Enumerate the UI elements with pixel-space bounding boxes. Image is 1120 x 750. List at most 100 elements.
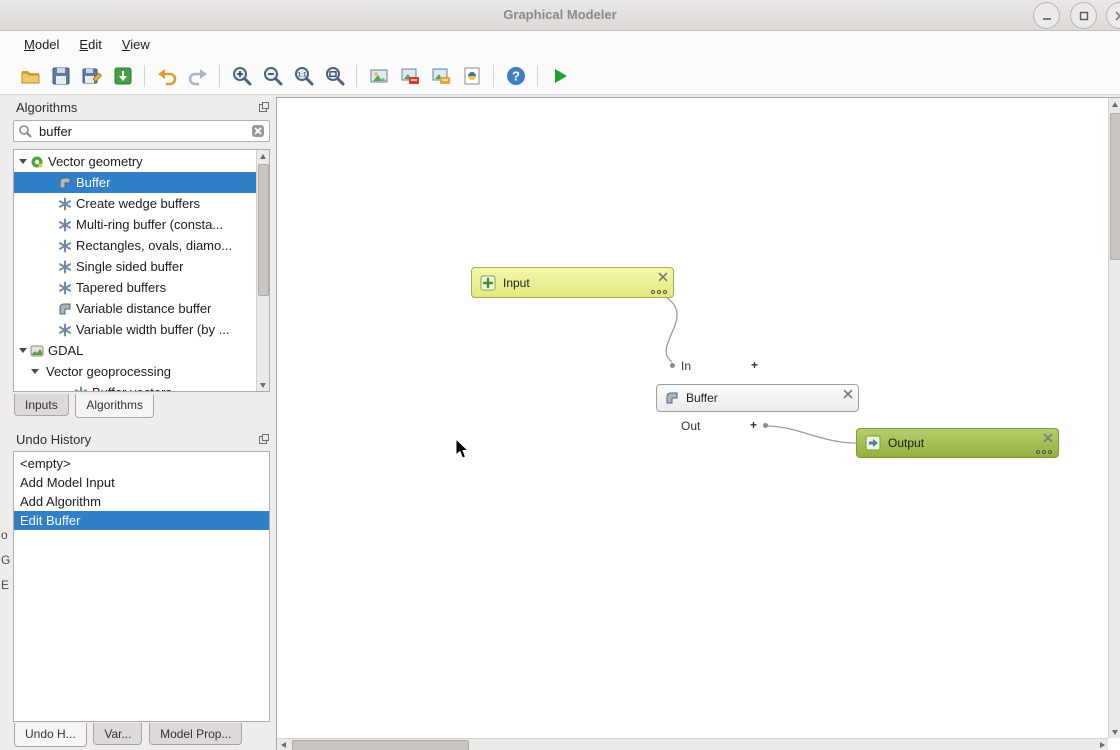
tree-item-create-wedge-buffers[interactable]: Create wedge buffers bbox=[14, 193, 257, 214]
titlebar[interactable]: Graphical Modeler bbox=[0, 0, 1120, 31]
scroll-down-button[interactable] bbox=[257, 379, 269, 391]
save-model-button[interactable] bbox=[45, 60, 76, 91]
tree-item-rectangles-ovals[interactable]: Rectangles, ovals, diamo... bbox=[14, 235, 257, 256]
tab-undo-history[interactable]: Undo H... bbox=[14, 723, 87, 747]
zoom-full-button[interactable] bbox=[319, 60, 350, 91]
undo-item-add-model-input[interactable]: Add Model Input bbox=[14, 473, 269, 492]
horizontal-scrollbar-thumb[interactable] bbox=[292, 740, 469, 750]
zoom-actual-button[interactable]: 1:1 bbox=[288, 60, 319, 91]
save-as-icon bbox=[81, 65, 103, 87]
tree-item-tapered-buffers[interactable]: Tapered buffers bbox=[14, 277, 257, 298]
toolbar: 1:1 bbox=[0, 57, 1120, 95]
menubar: Model Edit View bbox=[0, 31, 1120, 57]
canvas-horizontal-scrollbar[interactable] bbox=[277, 738, 1108, 750]
tree-group-vector-geometry[interactable]: Vector geometry bbox=[14, 151, 257, 172]
save-model-as-button[interactable] bbox=[76, 60, 107, 91]
background-text-fragment: G bbox=[1, 553, 10, 567]
undo-icon bbox=[156, 65, 178, 87]
run-icon bbox=[549, 65, 571, 87]
help-icon: ? bbox=[505, 65, 527, 87]
vertical-scrollbar-thumb[interactable] bbox=[1110, 113, 1120, 260]
chevron-down-icon[interactable] bbox=[31, 369, 39, 378]
export-svg-button[interactable] bbox=[425, 60, 456, 91]
export-image-button[interactable] bbox=[363, 60, 394, 91]
save-in-project-button[interactable] bbox=[107, 60, 138, 91]
undo-item-empty[interactable]: <empty> bbox=[14, 454, 269, 473]
undo-button[interactable] bbox=[151, 60, 182, 91]
undo-item-edit-buffer[interactable]: Edit Buffer bbox=[14, 511, 269, 530]
canvas-vertical-scrollbar[interactable] bbox=[1108, 98, 1120, 738]
open-model-button[interactable] bbox=[14, 60, 45, 91]
menu-model[interactable]: Model bbox=[14, 34, 69, 55]
tree-scrollbar-thumb[interactable] bbox=[258, 164, 269, 296]
menu-view[interactable]: View bbox=[112, 34, 160, 55]
dock-float-icon[interactable] bbox=[258, 101, 270, 113]
tree-scrollbar[interactable] bbox=[256, 150, 269, 391]
background-text-fragment: o bbox=[1, 528, 8, 542]
minimize-button[interactable] bbox=[1033, 2, 1060, 29]
zoom-in-button[interactable] bbox=[226, 60, 257, 91]
zoom-out-button[interactable] bbox=[257, 60, 288, 91]
scroll-up-button[interactable] bbox=[1109, 98, 1120, 110]
node-buffer[interactable]: Buffer bbox=[656, 384, 859, 412]
run-model-button[interactable] bbox=[544, 60, 575, 91]
buffer-icon bbox=[58, 302, 72, 316]
expand-links-icon[interactable] bbox=[1036, 450, 1052, 454]
out-socket-expand[interactable]: + bbox=[750, 418, 757, 432]
buffer-icon bbox=[665, 391, 679, 405]
qgis-icon bbox=[30, 155, 44, 169]
toolbar-separator bbox=[219, 65, 220, 87]
node-input[interactable]: Input bbox=[471, 267, 674, 298]
export-script-button[interactable] bbox=[456, 60, 487, 91]
search-input[interactable] bbox=[37, 123, 251, 140]
menu-edit[interactable]: Edit bbox=[69, 34, 111, 55]
in-socket-expand[interactable]: + bbox=[751, 358, 758, 372]
tab-model-properties[interactable]: Model Prop... bbox=[149, 723, 242, 745]
redo-button[interactable] bbox=[182, 60, 213, 91]
zoom-actual-icon: 1:1 bbox=[293, 65, 315, 87]
scroll-down-button[interactable] bbox=[1109, 726, 1120, 738]
scroll-right-button[interactable] bbox=[1096, 739, 1108, 750]
out-socket-dot[interactable] bbox=[763, 423, 768, 428]
dock-float-icon[interactable] bbox=[258, 433, 270, 445]
save-icon bbox=[50, 65, 72, 87]
help-button[interactable]: ? bbox=[500, 60, 531, 91]
tab-inputs[interactable]: Inputs bbox=[14, 394, 69, 416]
algorithm-icon bbox=[58, 218, 72, 232]
node-input-label: Input bbox=[503, 276, 530, 290]
folder-open-icon bbox=[19, 65, 41, 87]
delete-node-icon[interactable] bbox=[1043, 433, 1053, 443]
tree-item-single-sided-buffer[interactable]: Single sided buffer bbox=[14, 256, 257, 277]
tab-algorithms[interactable]: Algorithms bbox=[75, 394, 154, 418]
chevron-down-icon[interactable] bbox=[19, 159, 27, 168]
delete-node-icon[interactable] bbox=[658, 272, 668, 282]
chevron-down-icon[interactable] bbox=[19, 348, 27, 357]
tree-group-gdal[interactable]: GDAL bbox=[14, 340, 257, 361]
delete-node-icon[interactable] bbox=[843, 389, 853, 399]
toolbar-separator bbox=[144, 65, 145, 87]
redo-icon bbox=[187, 65, 209, 87]
zoom-in-icon bbox=[231, 65, 253, 87]
in-socket-dot[interactable] bbox=[670, 363, 675, 368]
model-canvas[interactable]: Input In + Buffer Out + Output bbox=[276, 97, 1120, 750]
tab-variables[interactable]: Var... bbox=[93, 723, 142, 745]
tree-group-vector-geoprocessing[interactable]: Vector geoprocessing bbox=[14, 361, 257, 382]
maximize-button[interactable] bbox=[1070, 2, 1097, 29]
buffer-icon bbox=[58, 176, 72, 190]
output-arrow-icon bbox=[865, 435, 881, 451]
tree-item-variable-distance-buffer[interactable]: Variable distance buffer bbox=[14, 298, 257, 319]
tree-item-variable-width-buffer[interactable]: Variable width buffer (by ... bbox=[14, 319, 257, 340]
undo-item-add-algorithm[interactable]: Add Algorithm bbox=[14, 492, 269, 511]
node-output[interactable]: Output bbox=[856, 428, 1059, 458]
tree-item-buffer[interactable]: Buffer bbox=[14, 172, 257, 193]
graphical-modeler-window: Graphical Modeler Model Edit View bbox=[0, 0, 1120, 750]
scroll-left-button[interactable] bbox=[277, 739, 289, 750]
clear-search-icon[interactable] bbox=[251, 124, 265, 138]
algorithm-icon bbox=[58, 260, 72, 274]
node-output-label: Output bbox=[888, 436, 924, 450]
scroll-up-button[interactable] bbox=[257, 150, 269, 162]
tree-item-multi-ring-buffer[interactable]: Multi-ring buffer (consta... bbox=[14, 214, 257, 235]
expand-links-icon[interactable] bbox=[651, 290, 667, 294]
tree-item-buffer-vectors[interactable]: Buffer vectors bbox=[14, 382, 257, 391]
export-pdf-button[interactable] bbox=[394, 60, 425, 91]
